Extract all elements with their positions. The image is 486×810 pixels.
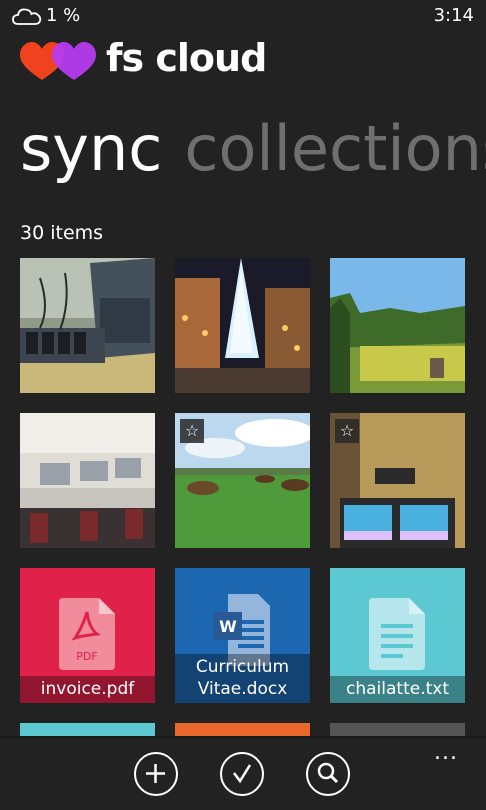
photo-tile[interactable]: ☆	[175, 413, 310, 548]
text-file-icon	[369, 598, 425, 670]
document-tile-chailatte[interactable]: chailatte.txt	[330, 568, 465, 703]
photo-tile[interactable]	[330, 258, 465, 393]
photo-tile[interactable]: ☆	[330, 413, 465, 548]
pdf-label: PDF	[76, 650, 97, 663]
photo-landscape	[330, 258, 465, 393]
cloud-icon	[12, 8, 42, 30]
clock: 3:14	[433, 5, 474, 26]
select-button[interactable]	[220, 752, 264, 796]
file-name: invoice.pdf	[20, 676, 155, 703]
photo-charging-devices	[20, 258, 155, 393]
add-button[interactable]	[134, 752, 178, 796]
photo-tile[interactable]	[20, 258, 155, 393]
star-icon: ☆	[335, 419, 359, 443]
pivot-item-sync[interactable]: sync	[20, 112, 162, 185]
document-tile-cv[interactable]: W Curriculum Vitae.docx	[175, 568, 310, 703]
star-icon: ☆	[180, 419, 204, 443]
photo-tile[interactable]	[20, 413, 155, 548]
plus-icon	[146, 764, 165, 783]
file-name: Curriculum Vitae.docx	[175, 654, 310, 703]
search-button[interactable]	[306, 752, 350, 796]
heart-logo-icon	[20, 42, 96, 80]
item-count: 30 items	[20, 222, 104, 244]
photo-christmas-tree	[175, 258, 310, 393]
document-tile-invoice[interactable]: PDF invoice.pdf	[20, 568, 155, 703]
word-label: W	[219, 617, 237, 636]
document-tile[interactable]	[175, 723, 310, 736]
document-tile[interactable]	[20, 723, 155, 736]
pivot-header: sync collections	[20, 112, 486, 192]
photo-tile[interactable]	[330, 723, 465, 736]
more-options-button[interactable]: ...	[434, 740, 458, 765]
file-name: chailatte.txt	[330, 676, 465, 703]
battery-level: 1 %	[46, 5, 81, 26]
status-bar: 1 % 3:14	[0, 0, 486, 34]
check-icon	[233, 764, 252, 784]
photo-computer-lab	[20, 413, 155, 548]
photo-tile[interactable]	[175, 258, 310, 393]
app-name: fs cloud	[106, 36, 267, 80]
search-icon	[317, 762, 339, 784]
pdf-file-icon: PDF	[59, 598, 115, 670]
pivot-item-collections[interactable]: collections	[184, 112, 486, 185]
